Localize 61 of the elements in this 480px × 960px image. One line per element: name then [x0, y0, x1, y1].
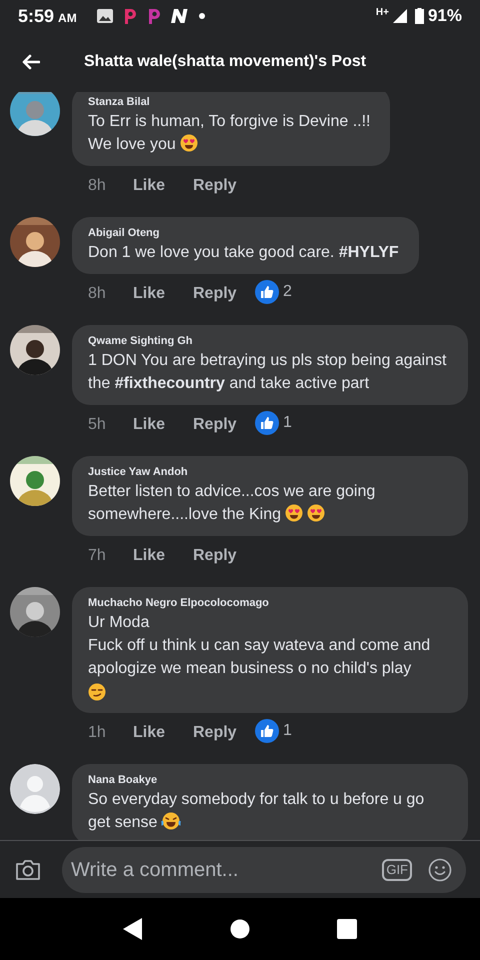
thumbs-up-icon	[255, 280, 279, 304]
thumbs-up-icon	[255, 411, 279, 435]
default-avatar-icon	[10, 764, 60, 814]
camera-icon	[15, 858, 41, 880]
dot-icon	[198, 13, 205, 19]
like-link[interactable]: Like	[133, 174, 193, 198]
thumbs-up-icon	[255, 719, 279, 743]
image-icon	[96, 9, 113, 23]
comment-time: 1h	[88, 723, 107, 743]
like-link[interactable]: Like	[133, 544, 193, 568]
laughing-emoji-icon	[161, 812, 182, 830]
comment-text: Better listen to advice...cos we are going somewhere....love the King	[88, 482, 376, 525]
comment-field[interactable]: Write a comment... GIF	[62, 846, 466, 892]
page-title: Shatta wale(shatta movement)'s Post	[84, 52, 366, 72]
comment-time: 5h	[88, 415, 107, 435]
comment-time: 8h	[88, 284, 107, 304]
smiley-icon[interactable]	[428, 858, 452, 882]
comment-text: So everyday somebody for talk to u before u go get sense	[88, 790, 426, 833]
reply-link[interactable]: Reply	[193, 544, 255, 568]
like-link[interactable]: Like	[133, 282, 193, 306]
heart-eyes-emoji-icon	[307, 504, 325, 522]
battery-percent: 91%	[428, 5, 462, 28]
commenter-name[interactable]: Muchacho Negro Elpocolocomago	[88, 595, 448, 611]
clock-period: AM	[58, 10, 77, 27]
reply-link[interactable]: Reply	[193, 413, 255, 437]
reaction-count: 1	[283, 413, 292, 433]
reaction-count: 2	[283, 282, 292, 302]
home-icon[interactable]	[230, 919, 250, 939]
comment-text: We love you	[88, 133, 370, 156]
comment-text: Ur Moda	[88, 613, 150, 633]
gif-button[interactable]: GIF	[382, 858, 412, 880]
reply-link[interactable]: Reply	[193, 721, 255, 745]
reaction-count: 1	[283, 721, 292, 741]
n-logo-icon	[170, 9, 189, 23]
like-link[interactable]: Like	[133, 721, 193, 745]
comment-text: Don 1 we love you take good care. #HYLYF	[88, 243, 399, 263]
comment-text: 1 DON You are betraying us pls stop being against the #fixthecountry and take active part	[88, 351, 448, 394]
commenter-name[interactable]: Abigail Oteng	[88, 225, 399, 241]
clock: 5:59	[18, 4, 54, 28]
reply-link[interactable]: Reply	[193, 282, 255, 306]
recents-icon[interactable]	[336, 919, 357, 939]
commenter-name[interactable]: Qwame Sighting Gh	[88, 333, 448, 349]
signal-icon	[392, 9, 407, 23]
comment-text: Fuck off u think u can say wateva and come and apologize we mean business o no child's play	[88, 636, 432, 679]
back-arrow-icon	[22, 54, 40, 70]
commenter-name[interactable]: Justice Yaw Andoh	[88, 464, 448, 480]
comment-text: To Err is human, To forgive is Devine ..!!	[88, 112, 370, 132]
back-icon[interactable]	[123, 918, 144, 940]
camera-button[interactable]	[14, 858, 42, 880]
reply-link[interactable]: Reply	[193, 174, 255, 198]
commenter-name[interactable]: Stanza Bilal	[88, 94, 370, 110]
like-link[interactable]: Like	[133, 413, 193, 437]
comment-time: 8h	[88, 176, 107, 196]
network-type: H+	[376, 6, 389, 20]
commenter-name[interactable]: Nana Boakye	[88, 772, 448, 788]
comment-time: 7h	[88, 546, 107, 566]
p-logo-icon	[122, 7, 137, 25]
p-logo-icon	[146, 7, 161, 25]
heart-eyes-emoji-icon	[285, 504, 303, 522]
heart-eyes-emoji-icon	[180, 134, 198, 152]
battery-icon	[414, 8, 424, 24]
